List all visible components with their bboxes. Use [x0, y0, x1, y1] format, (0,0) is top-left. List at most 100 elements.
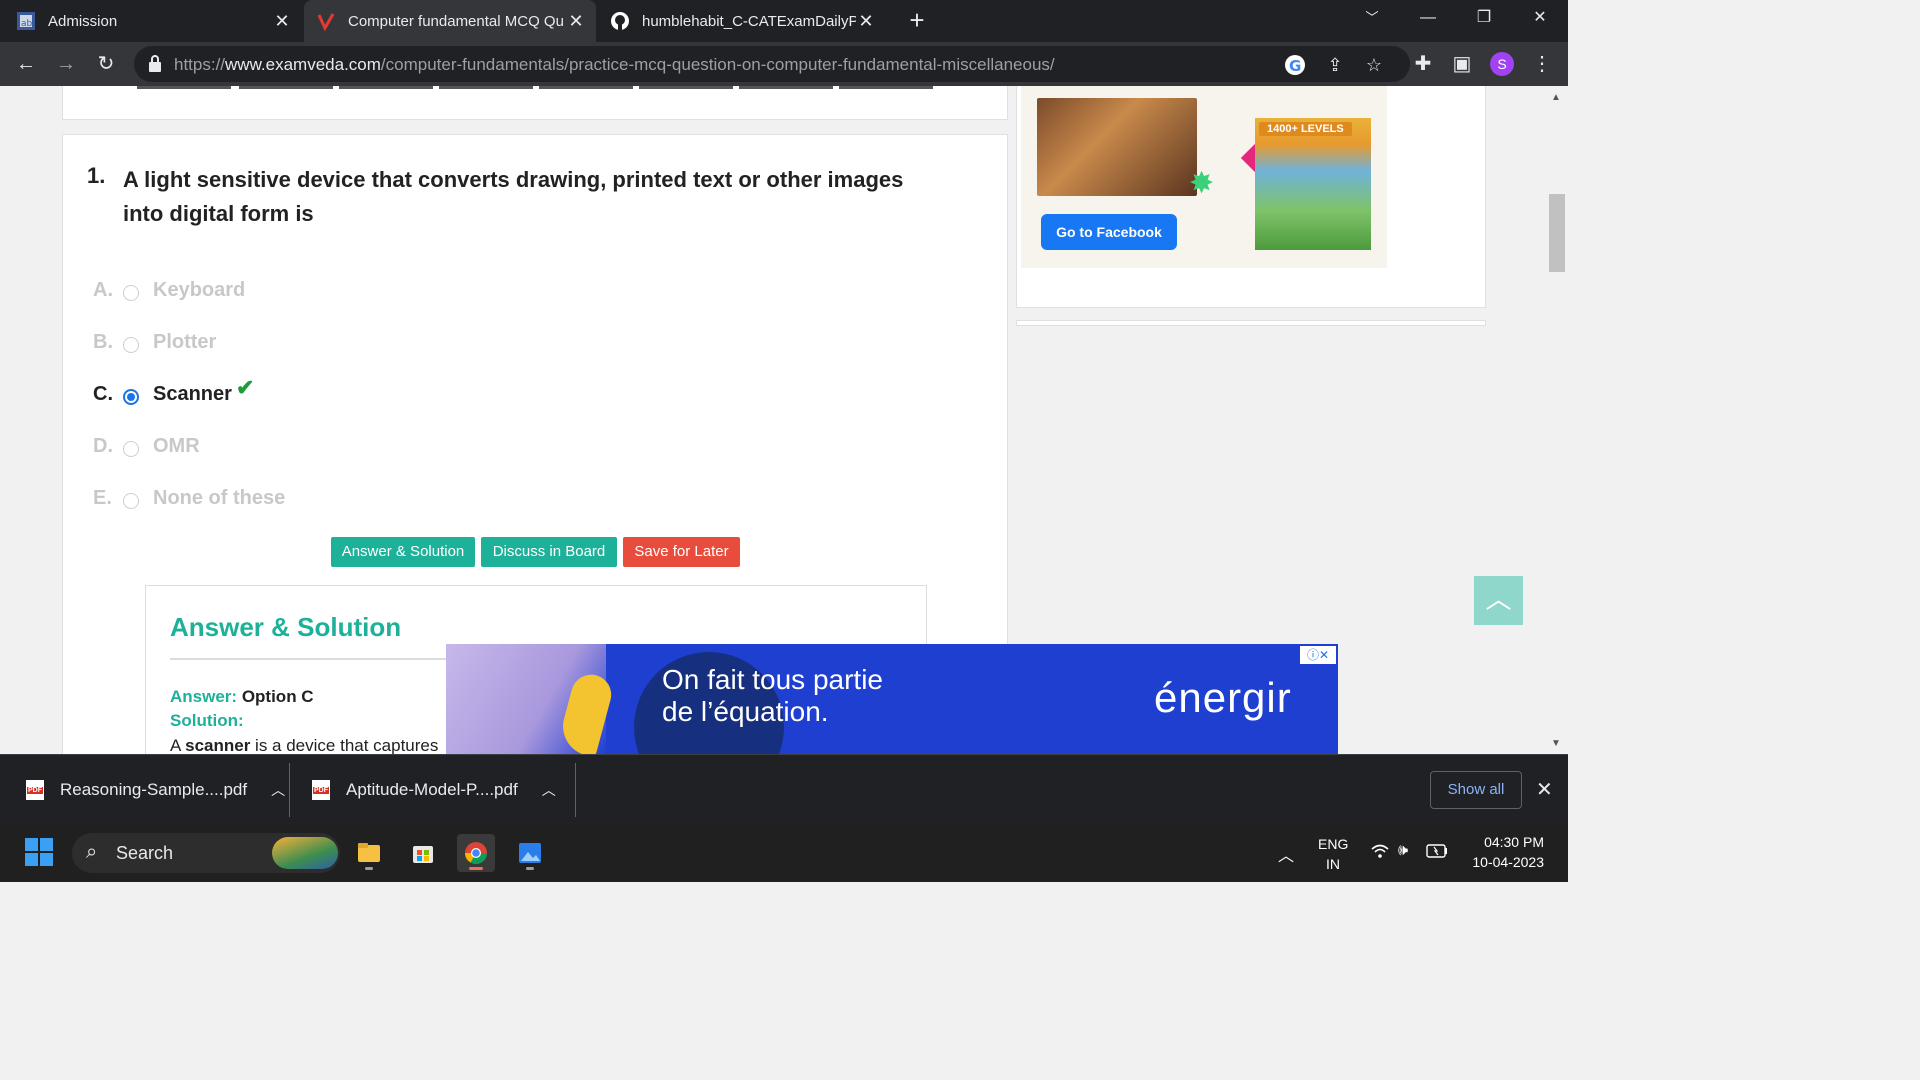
category-tab-underline — [839, 86, 933, 89]
option-e[interactable]: E. None of these — [93, 483, 285, 513]
option-a[interactable]: A. Keyboard — [93, 275, 245, 305]
banner-ad[interactable]: On fait tous partie de l’équation. énerg… — [446, 644, 1338, 754]
profile-avatar[interactable]: S — [1490, 52, 1514, 76]
option-radio[interactable] — [123, 285, 139, 301]
download-filename: Reasoning-Sample....pdf — [60, 780, 248, 799]
option-radio[interactable] — [123, 389, 139, 405]
option-text: OMR — [153, 434, 200, 457]
browser-toolbar: ← → ↻ https://www.examveda.com/computer-… — [0, 42, 1568, 86]
option-text: Scanner — [153, 382, 232, 405]
tray-chevron-icon[interactable]: ︿ — [1278, 842, 1294, 866]
question-number: 1. — [87, 163, 106, 188]
windows-start-icon[interactable] — [25, 838, 53, 866]
chevron-up-icon[interactable]: ︿ — [542, 780, 556, 800]
folder-icon — [358, 843, 380, 862]
scroll-down-arrow-icon[interactable]: ▼ — [1551, 738, 1561, 749]
menu-kebab-icon[interactable]: ⋮ — [1528, 50, 1556, 78]
page-scrollbar[interactable] — [1546, 86, 1568, 754]
levels-badge: 1400+ LEVELS — [1259, 122, 1352, 136]
language-indicator[interactable]: ENG IN — [1318, 836, 1348, 872]
chrome-app[interactable] — [457, 834, 495, 872]
chrome-icon — [465, 842, 487, 864]
minimize-icon[interactable]: — — [1400, 0, 1456, 36]
divider — [289, 763, 290, 817]
side-panel-icon[interactable]: ▣ — [1448, 50, 1476, 78]
college-favicon-icon: ab — [16, 11, 36, 31]
sidebar-ad-card: ✸ 1400+ LEVELS Go to Facebook — [1016, 86, 1486, 308]
category-tab-underline — [137, 86, 231, 89]
go-to-facebook-button[interactable]: Go to Facebook — [1041, 214, 1177, 250]
option-letter: C. — [93, 382, 113, 405]
option-text: None of these — [153, 486, 286, 509]
tab-title: Admission — [48, 12, 118, 30]
option-b[interactable]: B. Plotter — [93, 327, 216, 357]
download-item[interactable]: Reasoning-Sample....pdf ︿ — [26, 755, 285, 825]
tab-github[interactable]: humblehabit_C-CATExamDailyPra ✕ — [596, 0, 886, 42]
restore-icon[interactable]: ❐ — [1456, 0, 1512, 36]
tab-examveda[interactable]: Computer fundamental MCQ Qu ✕ — [304, 0, 596, 42]
close-downloads-icon[interactable]: ✕ — [1536, 777, 1553, 802]
game-ad-image[interactable]: ✸ 1400+ LEVELS Go to Facebook — [1021, 86, 1387, 268]
answer-solution-button[interactable]: Answer & Solution — [331, 537, 475, 567]
correct-check-icon: ✔ — [235, 375, 255, 400]
close-tab-icon[interactable]: ✕ — [272, 11, 292, 31]
address-bar[interactable]: https://www.examveda.com/computer-fundam… — [134, 46, 1410, 82]
tab-search-chevron-icon[interactable]: ﹀ — [1344, 0, 1400, 36]
taskbar-search[interactable]: ⌕ Search — [72, 833, 340, 873]
levels-game-image — [1255, 118, 1371, 250]
search-label: Search — [116, 843, 174, 863]
option-radio[interactable] — [123, 493, 139, 509]
option-radio[interactable] — [123, 441, 139, 457]
bookmark-star-icon[interactable]: ☆ — [1363, 54, 1385, 76]
url-text: https://www.examveda.com/computer-fundam… — [174, 55, 1055, 74]
search-highlight-image — [272, 837, 338, 869]
lock-icon — [148, 55, 162, 73]
extensions-puzzle-icon[interactable]: ✚ — [1409, 50, 1437, 78]
download-item[interactable]: Aptitude-Model-P....pdf ︿ — [312, 755, 556, 825]
scroll-to-top-button[interactable]: ︿ — [1474, 576, 1523, 625]
close-window-icon[interactable]: ✕ — [1512, 0, 1568, 36]
volume-icon[interactable]: 🕪 — [1398, 842, 1408, 860]
clock[interactable]: 04:30 PM 10-04-2023 — [1466, 834, 1544, 870]
reload-icon[interactable]: ↻ — [92, 50, 120, 78]
show-all-button[interactable]: Show all — [1430, 771, 1522, 809]
close-tab-icon[interactable]: ✕ — [856, 11, 876, 31]
solution-heading: Answer & Solution — [170, 612, 402, 642]
page-viewport: 1. A light sensitive device that convert… — [0, 86, 1568, 754]
pdf-file-icon — [312, 780, 330, 800]
category-tab-underline — [239, 86, 333, 89]
battery-icon[interactable] — [1426, 844, 1448, 861]
question-text: A light sensitive device that converts d… — [123, 167, 904, 226]
discuss-board-button[interactable]: Discuss in Board — [481, 537, 617, 567]
google-lens-icon[interactable]: G — [1284, 54, 1306, 76]
chevron-up-icon[interactable]: ︿ — [271, 780, 285, 800]
option-radio[interactable] — [123, 337, 139, 353]
ad-brand-logo: énergir — [1154, 674, 1292, 721]
close-tab-icon[interactable]: ✕ — [566, 11, 586, 31]
option-letter: D. — [93, 434, 113, 457]
running-indicator — [365, 867, 373, 870]
back-arrow-icon[interactable]: ← — [12, 50, 40, 78]
option-c[interactable]: C. Scanner ✔ — [93, 375, 254, 409]
ad-close-icon[interactable]: ⓘ✕ — [1300, 646, 1336, 664]
downloads-bar: Reasoning-Sample....pdf ︿ Aptitude-Model… — [0, 754, 1568, 824]
save-later-button[interactable]: Save for Later — [623, 537, 740, 567]
share-icon[interactable]: ⇪ — [1324, 54, 1346, 76]
file-explorer-app[interactable] — [350, 834, 388, 872]
running-indicator — [526, 867, 534, 870]
photos-app[interactable] — [511, 834, 549, 872]
option-text: Plotter — [153, 330, 217, 353]
scroll-up-arrow-icon[interactable]: ▲ — [1551, 92, 1561, 103]
scrollbar-thumb[interactable] — [1549, 194, 1565, 272]
svg-text:ab: ab — [21, 19, 33, 29]
category-tab-underline — [439, 86, 533, 89]
forward-arrow-icon[interactable]: → — [52, 50, 80, 78]
pdf-file-icon — [26, 780, 44, 800]
microsoft-store-app[interactable] — [404, 834, 442, 872]
new-tab-button[interactable]: + — [904, 7, 930, 34]
divider — [575, 763, 576, 817]
tab-title: Computer fundamental MCQ Qu — [348, 12, 564, 30]
tab-admission[interactable]: ab Admission ✕ — [16, 0, 306, 42]
option-d[interactable]: D. OMR — [93, 431, 200, 461]
wifi-icon[interactable] — [1370, 842, 1390, 865]
